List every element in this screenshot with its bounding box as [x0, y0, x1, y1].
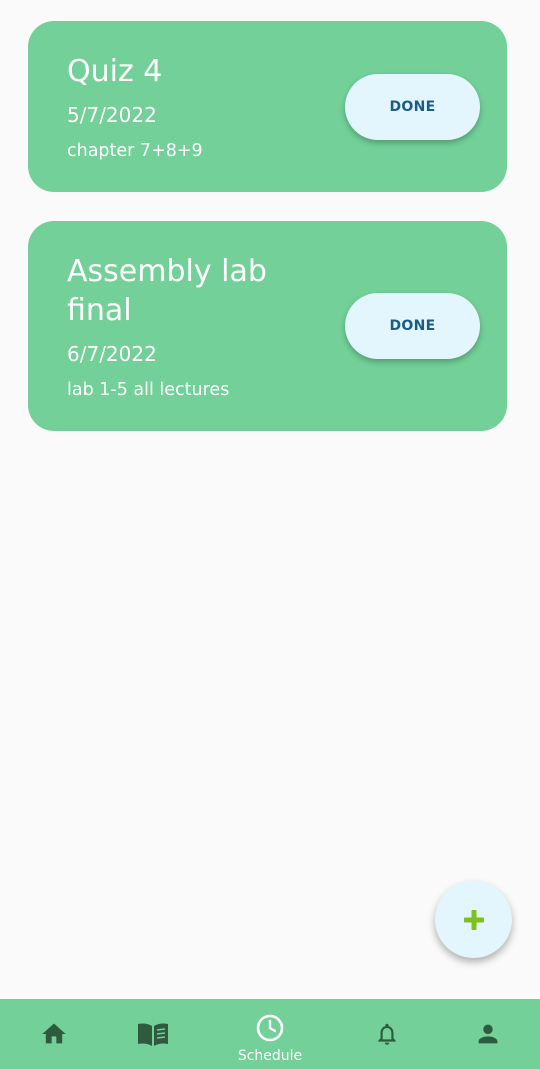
task-card-content: Quiz 4 5/7/2022 chapter 7+8+9: [67, 52, 317, 162]
book-icon: [138, 1023, 168, 1046]
task-card: Quiz 4 5/7/2022 chapter 7+8+9 DONE: [28, 21, 507, 192]
task-date: 6/7/2022: [67, 342, 157, 366]
task-card-content: Assembly lab final 6/7/2022 lab 1-5 all …: [67, 252, 317, 401]
nav-item-library[interactable]: [99, 999, 207, 1069]
task-date: 5/7/2022: [67, 103, 157, 127]
nav-item-notifications[interactable]: [333, 999, 441, 1069]
task-description: lab 1-5 all lectures: [67, 380, 230, 400]
bottom-navigation: Schedule: [0, 999, 540, 1069]
nav-item-schedule[interactable]: Schedule: [216, 999, 324, 1069]
clock-icon: [256, 1014, 284, 1042]
home-icon: [42, 1023, 66, 1044]
nav-item-profile[interactable]: [434, 999, 540, 1069]
task-description: chapter 7+8+9: [67, 141, 203, 161]
person-icon: [478, 1024, 498, 1044]
nav-item-home[interactable]: [0, 999, 108, 1069]
task-card: Assembly lab final 6/7/2022 lab 1-5 all …: [28, 221, 507, 431]
task-title: Quiz 4: [67, 54, 163, 89]
done-button[interactable]: DONE: [345, 293, 480, 359]
add-task-button[interactable]: [435, 881, 512, 958]
plus-icon: [463, 909, 484, 930]
done-button[interactable]: DONE: [345, 74, 480, 140]
nav-label-schedule: Schedule: [237, 1048, 303, 1064]
bell-icon: [378, 1023, 396, 1045]
task-title: Assembly lab final: [67, 254, 267, 328]
